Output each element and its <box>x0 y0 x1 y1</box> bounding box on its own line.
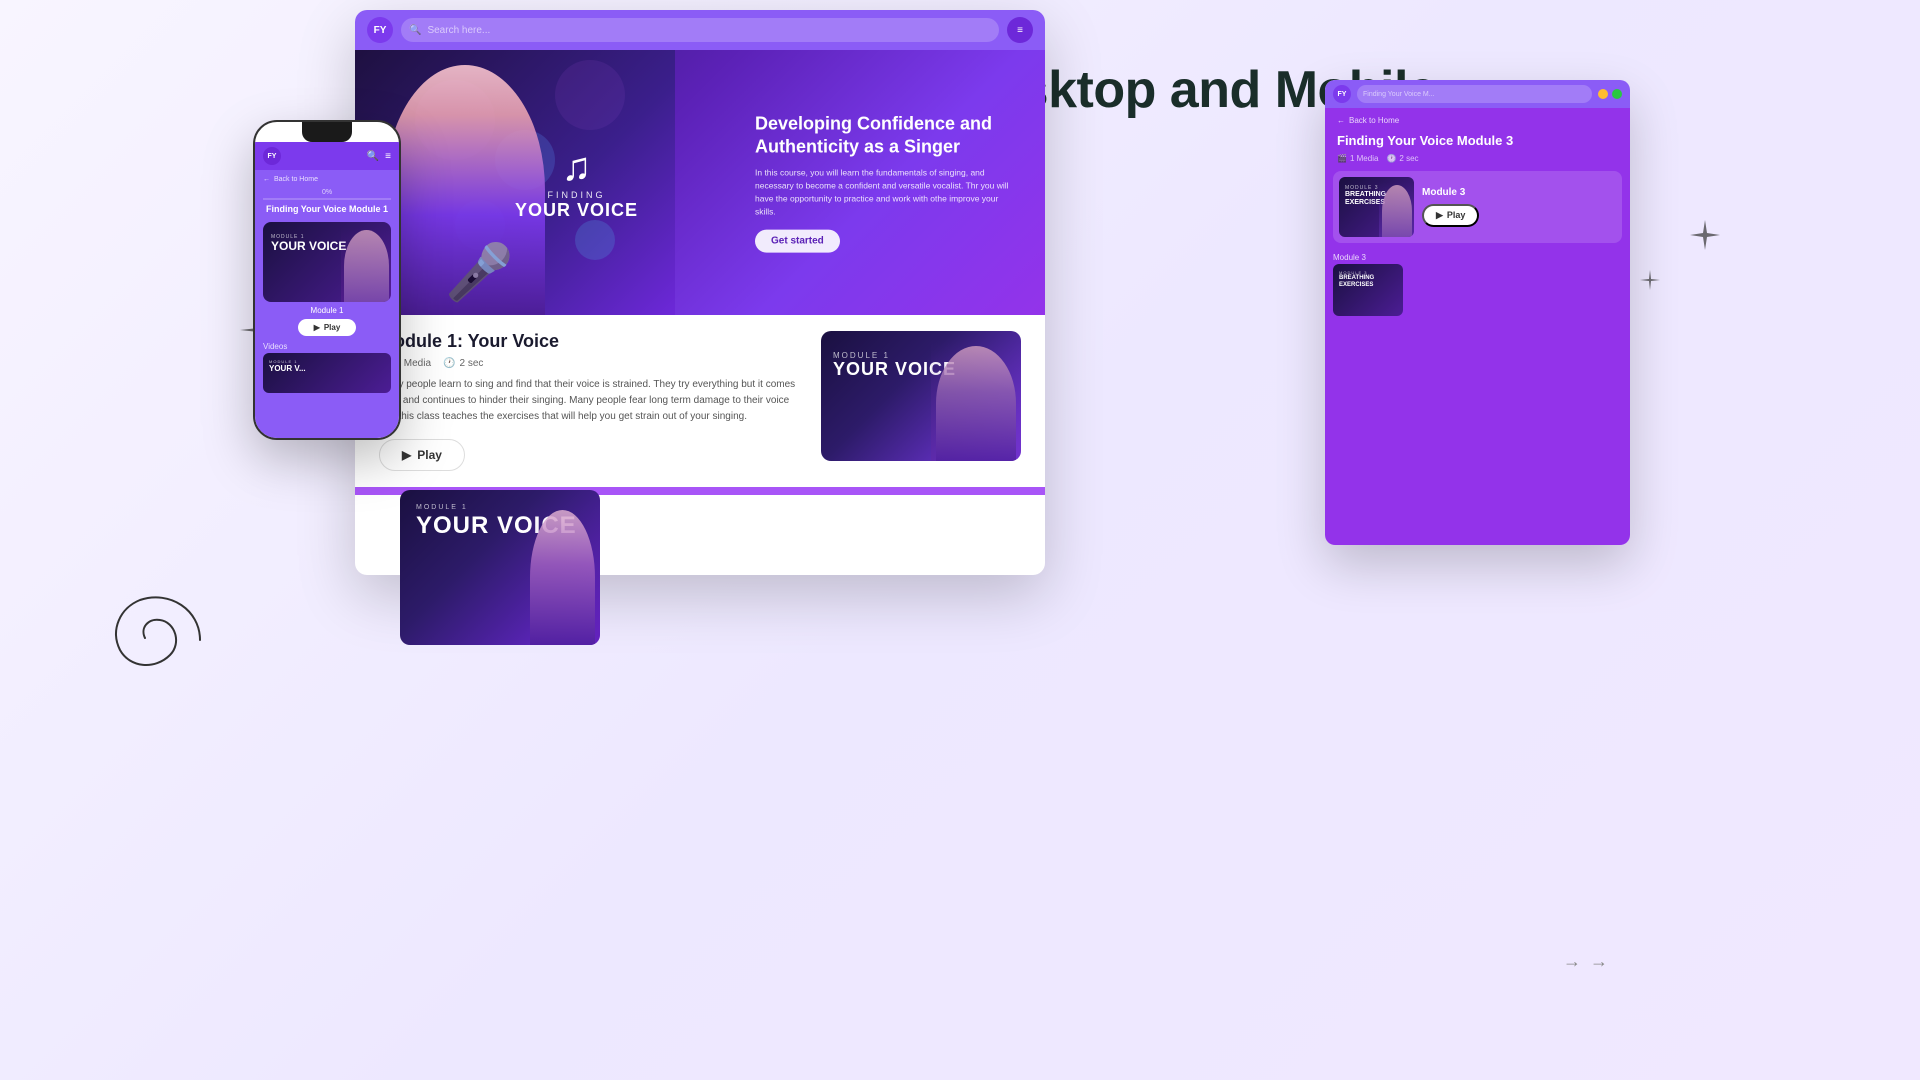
mobile-back-link[interactable]: ← Back to Home <box>255 170 399 189</box>
mobile-search-icon[interactable]: 🔍 <box>367 151 379 162</box>
browser-menu-button[interactable]: ≡ <box>1007 17 1033 43</box>
sb-small-thumbnail: MODULE 3 BREATHING EXERCISES <box>1333 264 1403 316</box>
browser-logo: FY <box>367 17 393 43</box>
mobile-section-label: Videos <box>255 336 399 353</box>
mobile-device-mockup: FY 🔍 ≡ ← Back to Home 0% Finding Your Vo… <box>253 120 401 440</box>
sb-duration: 🕐 2 sec <box>1386 154 1418 163</box>
sb-course-title: Finding Your Voice Module 3 <box>1325 133 1630 154</box>
minimize-button[interactable] <box>1598 89 1608 99</box>
mobile-progress-bar <box>263 198 391 200</box>
hero-get-started-button[interactable]: Get started <box>755 230 840 253</box>
hero-course-logo: ♫ FINDING YOUR VOICE <box>515 145 638 221</box>
swirl-left-decoration <box>100 580 220 700</box>
mobile-play-area: ▶ Play <box>255 319 399 336</box>
sb-play-icon: ▶ <box>1436 210 1443 221</box>
mobile-course-title: Finding Your Voice Module 1 <box>255 204 399 216</box>
mobile-bottom-text: MODULE 1 YOUR V... <box>269 359 306 373</box>
small-browser-toolbar: FY Finding Your Voice M... <box>1325 80 1630 108</box>
mobile-module-label: Module 1 <box>255 306 399 315</box>
mobile-content-area: ← Back to Home 0% Finding Your Voice Mod… <box>255 170 399 438</box>
maximize-button[interactable] <box>1612 89 1622 99</box>
mobile-play-icon: ▶ <box>314 323 320 332</box>
duration: 🕐 2 sec <box>443 358 483 369</box>
mobile-play-label: Play <box>324 323 340 332</box>
browser-module-section: Module 1: Your Voice 🎬 1 Media 🕐 2 sec M… <box>355 315 1045 487</box>
mobile-bottom-title: YOUR V... <box>269 364 306 373</box>
sparkle-decoration-3 <box>1640 270 1660 296</box>
hero-description: In this course, you will learn the funda… <box>755 167 1015 218</box>
hero-title: Developing Confidence and Authenticity a… <box>755 112 1015 159</box>
module-meta: 🎬 1 Media 🕐 2 sec <box>379 358 801 369</box>
back-arrow-icon: ← <box>263 176 270 183</box>
sb-module-card: MODULE 3 BREATHING EXERCISES Module 3 ▶ … <box>1333 171 1622 243</box>
small-browser-logo: FY <box>1333 85 1351 103</box>
browser-search-text: Search here... <box>427 25 490 36</box>
module-your-voice-banner: MODULE 1 YOUR VOICE <box>400 490 600 645</box>
module-description: Many people learn to sing and find that … <box>379 377 801 425</box>
play-icon: ▶ <box>402 448 411 462</box>
mobile-thumb-title: YOUR VOICE <box>271 240 346 253</box>
hero-finding-text: FINDING <box>515 190 638 200</box>
mobile-progress-text: 0% <box>255 189 399 196</box>
hero-content-block: Developing Confidence and Authenticity a… <box>755 112 1015 253</box>
browser-search-bar[interactable]: 🔍 Search here... <box>401 18 999 42</box>
arrow-decoration: → → <box>1563 951 1610 972</box>
play-label: Play <box>417 448 442 462</box>
mobile-notch <box>302 122 352 142</box>
mobile-module-thumbnail: MODULE 1 YOUR VOICE <box>263 222 391 302</box>
browser-hero-section: ♫ FINDING YOUR VOICE 🎤 Developing Confid… <box>355 50 1045 315</box>
microphone-icon: 🎤 <box>445 240 513 305</box>
small-browser-search-text: Finding Your Voice M... <box>1363 91 1435 98</box>
sb-media-count: 🎬 1 Media <box>1337 154 1378 163</box>
sb-small-mod-title: BREATHING EXERCISES <box>1339 275 1374 289</box>
clock-icon: 🕐 <box>443 358 455 369</box>
sb-small-module-label: Module 3 <box>1325 249 1630 264</box>
sparkle-decoration-2 <box>1690 220 1720 257</box>
sb-media-icon: 🎬 <box>1337 154 1347 163</box>
small-browser-search[interactable]: Finding Your Voice M... <box>1357 85 1592 103</box>
sb-clock-icon: 🕐 <box>1386 154 1396 163</box>
sb-play-label: Play <box>1447 210 1466 220</box>
browser-search-icon: 🔍 <box>409 25 421 36</box>
hero-voice-text: YOUR VOICE <box>515 200 638 221</box>
small-browser-mockup: FY Finding Your Voice M... ← Back to Hom… <box>1325 80 1630 545</box>
module-info: Module 1: Your Voice 🎬 1 Media 🕐 2 sec M… <box>379 331 801 471</box>
sb-course-meta: 🎬 1 Media 🕐 2 sec <box>1325 154 1630 171</box>
mobile-logo: FY <box>263 147 281 165</box>
mobile-toolbar-icons: 🔍 ≡ <box>367 151 391 162</box>
back-label: Back to Home <box>274 176 318 183</box>
mobile-thumb-text: MODULE 1 YOUR VOICE <box>271 234 346 253</box>
sb-module-info: Module 3 ▶ Play <box>1422 187 1616 227</box>
window-controls <box>1598 89 1622 99</box>
mobile-toolbar: FY 🔍 ≡ <box>255 142 399 170</box>
sb-back-arrow: ← <box>1337 116 1345 125</box>
sb-small-thumb-text: MODULE 3 BREATHING EXERCISES <box>1339 270 1374 289</box>
mobile-menu-icon[interactable]: ≡ <box>385 151 391 162</box>
sb-module-thumbnail: MODULE 3 BREATHING EXERCISES <box>1339 177 1414 237</box>
sb-play-button[interactable]: ▶ Play <box>1422 204 1479 227</box>
mobile-play-button[interactable]: ▶ Play <box>298 319 357 336</box>
sb-module-label: Module 3 <box>1422 187 1616 198</box>
module-title: Module 1: Your Voice <box>379 331 801 352</box>
sb-back-link[interactable]: ← Back to Home <box>1325 108 1630 133</box>
mobile-bottom-thumbnail: MODULE 1 YOUR V... <box>263 353 391 393</box>
browser-toolbar: FY 🔍 Search here... ≡ <box>355 10 1045 50</box>
module-thumbnail: MODULE 1 YOUR VOICE <box>821 331 1021 461</box>
small-browser-content: ← Back to Home Finding Your Voice Module… <box>1325 108 1630 545</box>
sb-back-label: Back to Home <box>1349 116 1399 125</box>
module-play-button[interactable]: ▶ Play <box>379 439 465 471</box>
